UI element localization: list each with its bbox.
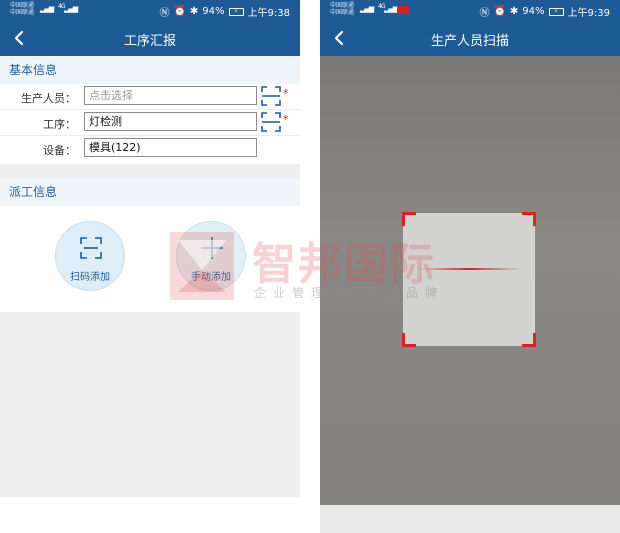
form-row-personnel: 生产人员： 点击选择 *: [0, 84, 300, 110]
plus-icon: [201, 237, 223, 259]
dispatch-info-header: 派工信息: [0, 178, 300, 206]
process-label: 工序：: [43, 118, 76, 131]
battery-icon: ⚡: [548, 7, 564, 16]
bottom-bar: [320, 505, 620, 533]
required-mark: *: [283, 113, 289, 126]
form-row-device: 设备： 模具(122): [0, 136, 300, 162]
manual-add-label: 手动添加: [191, 272, 231, 283]
nfc-icon: Ⓝ: [159, 8, 170, 19]
scan-corner-bottom-right: [522, 333, 536, 347]
carrier-2: 中国联通: [330, 9, 355, 16]
scan-corner-top-left: [402, 212, 416, 226]
manual-add-button[interactable]: 手动添加: [176, 221, 246, 291]
scan-add-button[interactable]: 扫码添加: [55, 221, 125, 291]
scan-corner-top-right: [522, 212, 536, 226]
carrier-1: 中国联通: [10, 2, 35, 9]
form-row-process: 工序： 灯检测 *: [0, 110, 300, 136]
scan-process-icon[interactable]: [260, 111, 282, 133]
status-right-group: Ⓝ ⏰ ✱ 94% ⚡ 上午9:38: [159, 4, 290, 19]
nfc-icon: Ⓝ: [479, 8, 490, 19]
device-field[interactable]: 模具(122): [84, 138, 257, 157]
right-phone-screen: 中国联通 中国联通 ▂▄▆ 4G ▂▄▆ Ⓝ ⏰ ✱ 94% ⚡ 上午9:39 …: [320, 0, 620, 533]
carrier-1: 中国联通: [330, 2, 355, 9]
signal-icon-2: ▂▄▆: [64, 5, 78, 13]
carrier-2: 中国联通: [10, 9, 35, 16]
recording-icon: [397, 6, 409, 14]
scan-add-label: 扫码添加: [70, 272, 110, 283]
alarm-icon: ⏰: [173, 6, 186, 17]
battery-percent: 94%: [522, 6, 545, 17]
carrier-labels: 中国联通 中国联通: [10, 2, 34, 16]
scan-corner-bottom-left: [402, 333, 416, 347]
battery-percent: 94%: [202, 6, 225, 17]
signal-icon: ▂▄▆: [360, 5, 374, 13]
section-gap: [0, 164, 300, 178]
scan-frame: [402, 212, 536, 347]
process-field[interactable]: 灯检测: [84, 112, 257, 131]
scan-personnel-icon[interactable]: [260, 85, 282, 107]
status-bar: 中国联通 中国联通 ▂▄▆ 4G ▂▄▆ Ⓝ ⏰ ✱ 94% ⚡ 上午9:38: [0, 0, 300, 20]
personnel-label: 生产人员：: [21, 92, 76, 105]
carrier-labels: 中国联通 中国联通: [330, 2, 354, 16]
personnel-select-field[interactable]: 点击选择: [84, 86, 257, 105]
bluetooth-icon: ✱: [509, 6, 519, 17]
status-time: 上午9:38: [247, 8, 290, 19]
required-mark: *: [283, 87, 289, 100]
battery-icon: ⚡: [228, 7, 244, 16]
nav-bar: 生产人员扫描: [320, 20, 620, 56]
status-bar: 中国联通 中国联通 ▂▄▆ 4G ▂▄▆ Ⓝ ⏰ ✱ 94% ⚡ 上午9:39: [320, 0, 620, 20]
page-title: 生产人员扫描: [430, 34, 509, 49]
page-title: 工序汇报: [123, 34, 176, 49]
status-time: 上午9:39: [567, 8, 610, 19]
basic-info-header: 基本信息: [0, 56, 300, 84]
scan-frame-icon: [80, 237, 102, 259]
scan-line: [417, 268, 521, 270]
alarm-icon: ⏰: [493, 6, 506, 17]
left-phone-screen: 中国联通 中国联通 ▂▄▆ 4G ▂▄▆ Ⓝ ⏰ ✱ 94% ⚡ 上午9:38 …: [0, 0, 300, 533]
status-right-group: Ⓝ ⏰ ✱ 94% ⚡ 上午9:39: [479, 4, 610, 19]
nav-bar: 工序汇报: [0, 20, 300, 56]
signal-icon-2: ▂▄▆: [384, 5, 398, 13]
bluetooth-icon: ✱: [189, 6, 199, 17]
device-label: 设备：: [43, 144, 76, 157]
camera-preview: [320, 56, 620, 505]
empty-list-area: [0, 312, 300, 497]
signal-icon: ▂▄▆: [40, 5, 54, 13]
